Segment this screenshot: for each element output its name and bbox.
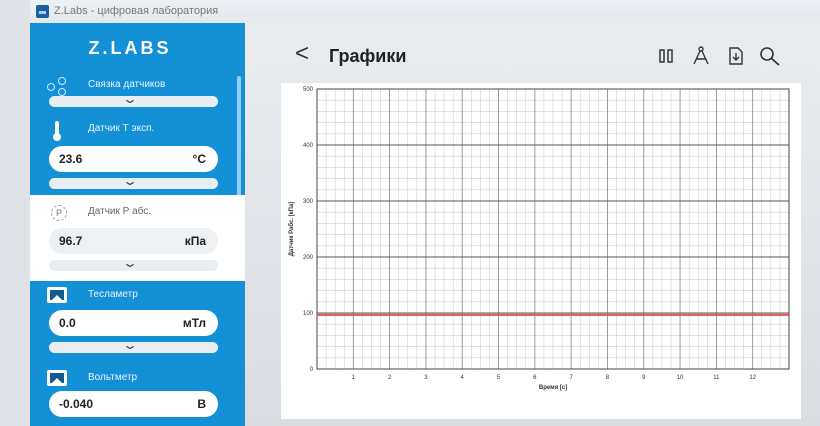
sensor-value-field: -0.040 В <box>49 391 218 417</box>
pressure-sensor-icon: P <box>51 205 67 221</box>
sensor-item-teslameter[interactable]: Тесламетр <box>30 278 238 312</box>
expand-button[interactable]: ⌄ <box>49 174 218 189</box>
sensor-unit: °C <box>192 152 206 166</box>
sensor-value-field: 96.7 кПа <box>49 228 218 254</box>
pause-icon[interactable] <box>656 46 676 66</box>
brand-logo: Z.LABS <box>88 38 172 58</box>
sensor-image-icon <box>47 370 67 386</box>
pressure-chart: 1 2 3 4 5 6 7 8 9 10 11 120100200300400500Время [c]… <box>288 87 790 391</box>
sensor-value-field: 23.6 °C <box>49 146 218 172</box>
app-icon <box>36 5 49 18</box>
sensor-unit: мТл <box>182 316 206 330</box>
y-tick-label: 500 <box>303 87 314 93</box>
sensor-value: -0.040 <box>59 397 94 411</box>
chevron-down-icon: ⌄ <box>121 256 139 270</box>
sensor-value: 96.7 <box>59 234 83 248</box>
x-tick-label: 6 <box>533 375 537 381</box>
x-tick-label: 10 <box>677 375 684 381</box>
x-tick-label: 9 <box>642 375 646 381</box>
back-button[interactable]: < <box>295 42 309 66</box>
x-tick-label: 2 <box>388 375 392 381</box>
sensor-unit: кПа <box>184 234 206 248</box>
y-tick-label: 300 <box>303 199 314 205</box>
sensor-image-icon <box>47 287 67 303</box>
sensor-unit: В <box>197 397 206 411</box>
sensor-value-field: 0.0 мТл <box>49 310 218 336</box>
x-tick-label: 1 <box>352 375 356 381</box>
x-tick-label: 8 <box>606 375 610 381</box>
x-tick-label: 11 <box>713 375 720 381</box>
sensor-item-voltmeter[interactable]: Вольтметр <box>30 361 238 395</box>
sensor-value: 23.6 <box>59 152 83 166</box>
sensor-value: 0.0 <box>59 316 76 330</box>
sensor-sidebar: Z.LABS Связка датчиков ⌄ Датчик Т эксп. … <box>30 23 245 426</box>
sensor-label: Связка датчиков <box>88 79 166 90</box>
page-title: Графики <box>329 46 407 66</box>
chevron-down-icon: ⌄ <box>121 174 139 188</box>
expand-button[interactable]: ⌄ <box>49 256 218 271</box>
x-tick-label: 3 <box>424 375 428 381</box>
x-axis-label: Время [c] <box>539 385 567 391</box>
window-titlebar: Z.Labs - цифровая лаборатория <box>30 0 820 24</box>
chart-panel: 1 2 3 4 5 6 7 8 9 10 11 12 0 100 200 300 400 500 Время [c]… <box>281 83 801 419</box>
sensor-label: Тесламетр <box>88 289 138 300</box>
chevron-down-icon: ⌄ <box>121 92 139 106</box>
y-tick-label: 400 <box>303 143 314 149</box>
y-axis-label: Датчик Рабс. [кПа] <box>288 202 295 257</box>
x-tick-label: 7 <box>569 375 573 381</box>
sensor-label: Датчик Р абс. <box>88 206 152 217</box>
x-tick-label: 12 <box>749 375 756 381</box>
search-icon[interactable] <box>759 46 781 66</box>
window-title: Z.Labs - цифровая лаборатория <box>54 5 219 17</box>
expand-button[interactable]: ⌄ <box>49 338 218 353</box>
y-tick-label: 200 <box>303 255 314 261</box>
y-tick-label: 0 <box>310 367 314 373</box>
sensor-link-icon <box>47 77 67 96</box>
sensor-label: Датчик Т эксп. <box>88 123 155 134</box>
y-tick-label: 100 <box>303 311 314 317</box>
sensor-label: Вольтметр <box>88 372 138 383</box>
main-panel: < Графики 1 2 3 4 5 6 7 8 9 10 11 12 0 100 200 300 400 50… <box>245 23 820 426</box>
x-tick-label: 5 <box>497 375 501 381</box>
compass-icon[interactable] <box>691 46 711 66</box>
x-tick-label: 4 <box>461 375 465 381</box>
expand-button[interactable]: ⌄ <box>49 92 218 107</box>
sensor-item-temperature[interactable]: Датчик Т эксп. <box>30 112 238 146</box>
chevron-down-icon: ⌄ <box>121 338 139 352</box>
export-icon[interactable] <box>726 46 746 66</box>
thermometer-icon <box>47 121 67 141</box>
